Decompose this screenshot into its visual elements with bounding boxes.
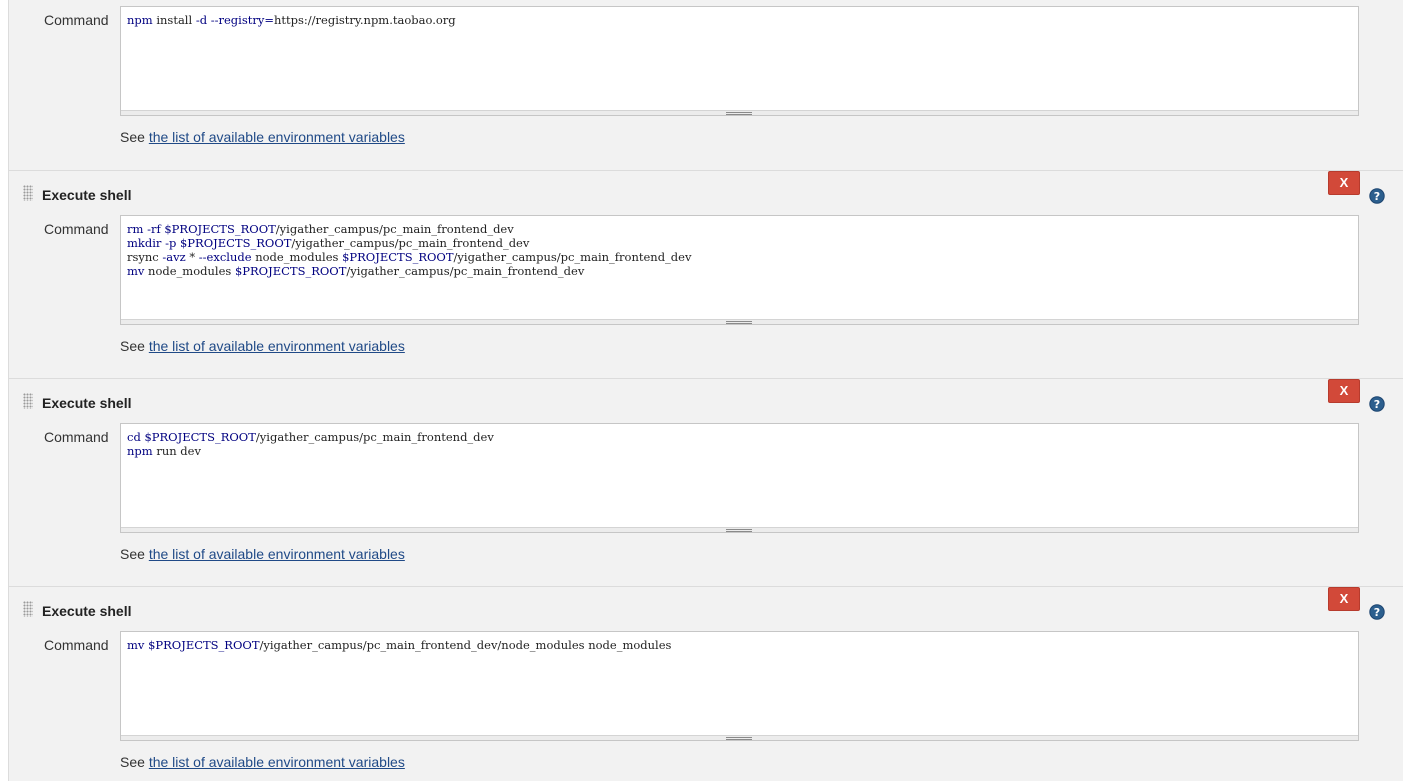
question-circle-icon[interactable]: ? <box>1369 396 1385 412</box>
svg-text:?: ? <box>1374 606 1380 619</box>
resize-grip-icon[interactable] <box>726 112 752 115</box>
command-label: Command <box>44 429 109 445</box>
command-text[interactable]: rm -rf $PROJECTS_ROOT/yigather_campus/pc… <box>127 222 691 278</box>
drag-handle-icon[interactable] <box>23 185 33 201</box>
env-vars-prefix: See <box>120 129 145 145</box>
drag-handle-icon[interactable] <box>23 393 33 409</box>
step-title: Execute shell <box>42 395 132 411</box>
build-step-2: Execute shell X ? Command cd $PROJECTS_R… <box>8 378 1403 586</box>
env-vars-note: See the list of available environment va… <box>120 754 405 770</box>
command-label: Command <box>44 221 109 237</box>
env-vars-link[interactable]: the list of available environment variab… <box>149 546 405 562</box>
textarea-resize-bar[interactable] <box>121 110 1358 115</box>
delete-step-button[interactable]: X <box>1328 587 1360 611</box>
drag-handle-icon[interactable] <box>23 601 33 617</box>
textarea-resize-bar[interactable] <box>121 527 1358 532</box>
resize-grip-icon[interactable] <box>726 321 752 324</box>
env-vars-note: See the list of available environment va… <box>120 546 405 562</box>
env-vars-prefix: See <box>120 338 145 354</box>
command-text[interactable]: cd $PROJECTS_ROOT/yigather_campus/pc_mai… <box>127 430 494 458</box>
textarea-resize-bar[interactable] <box>121 735 1358 740</box>
build-step-0: Command npm install -d --registry=https:… <box>8 0 1403 170</box>
svg-text:?: ? <box>1374 190 1380 203</box>
command-textarea[interactable]: rm -rf $PROJECTS_ROOT/yigather_campus/pc… <box>120 215 1359 325</box>
env-vars-link[interactable]: the list of available environment variab… <box>149 338 405 354</box>
step-title: Execute shell <box>42 603 132 619</box>
resize-grip-icon[interactable] <box>726 529 752 532</box>
build-step-3: Execute shell X ? Command mv $PROJECTS_R… <box>8 586 1403 781</box>
command-label: Command <box>44 637 109 653</box>
question-circle-icon[interactable]: ? <box>1369 604 1385 620</box>
question-circle-icon[interactable]: ? <box>1369 188 1385 204</box>
command-label: Command <box>44 12 109 28</box>
resize-grip-icon[interactable] <box>726 737 752 740</box>
command-textarea[interactable]: npm install -d --registry=https://regist… <box>120 6 1359 116</box>
delete-step-button[interactable]: X <box>1328 379 1360 403</box>
env-vars-note: See the list of available environment va… <box>120 338 405 354</box>
step-title: Execute shell <box>42 187 132 203</box>
command-textarea[interactable]: mv $PROJECTS_ROOT/yigather_campus/pc_mai… <box>120 631 1359 741</box>
command-text[interactable]: mv $PROJECTS_ROOT/yigather_campus/pc_mai… <box>127 638 671 652</box>
svg-text:?: ? <box>1374 398 1380 411</box>
command-text[interactable]: npm install -d --registry=https://regist… <box>127 13 456 27</box>
env-vars-link[interactable]: the list of available environment variab… <box>149 754 405 770</box>
textarea-resize-bar[interactable] <box>121 319 1358 324</box>
build-step-1: Execute shell X ? Command rm -rf $PROJEC… <box>8 170 1403 378</box>
command-textarea[interactable]: cd $PROJECTS_ROOT/yigather_campus/pc_mai… <box>120 423 1359 533</box>
env-vars-prefix: See <box>120 754 145 770</box>
env-vars-link[interactable]: the list of available environment variab… <box>149 129 405 145</box>
env-vars-prefix: See <box>120 546 145 562</box>
delete-step-button[interactable]: X <box>1328 171 1360 195</box>
env-vars-note: See the list of available environment va… <box>120 129 405 145</box>
